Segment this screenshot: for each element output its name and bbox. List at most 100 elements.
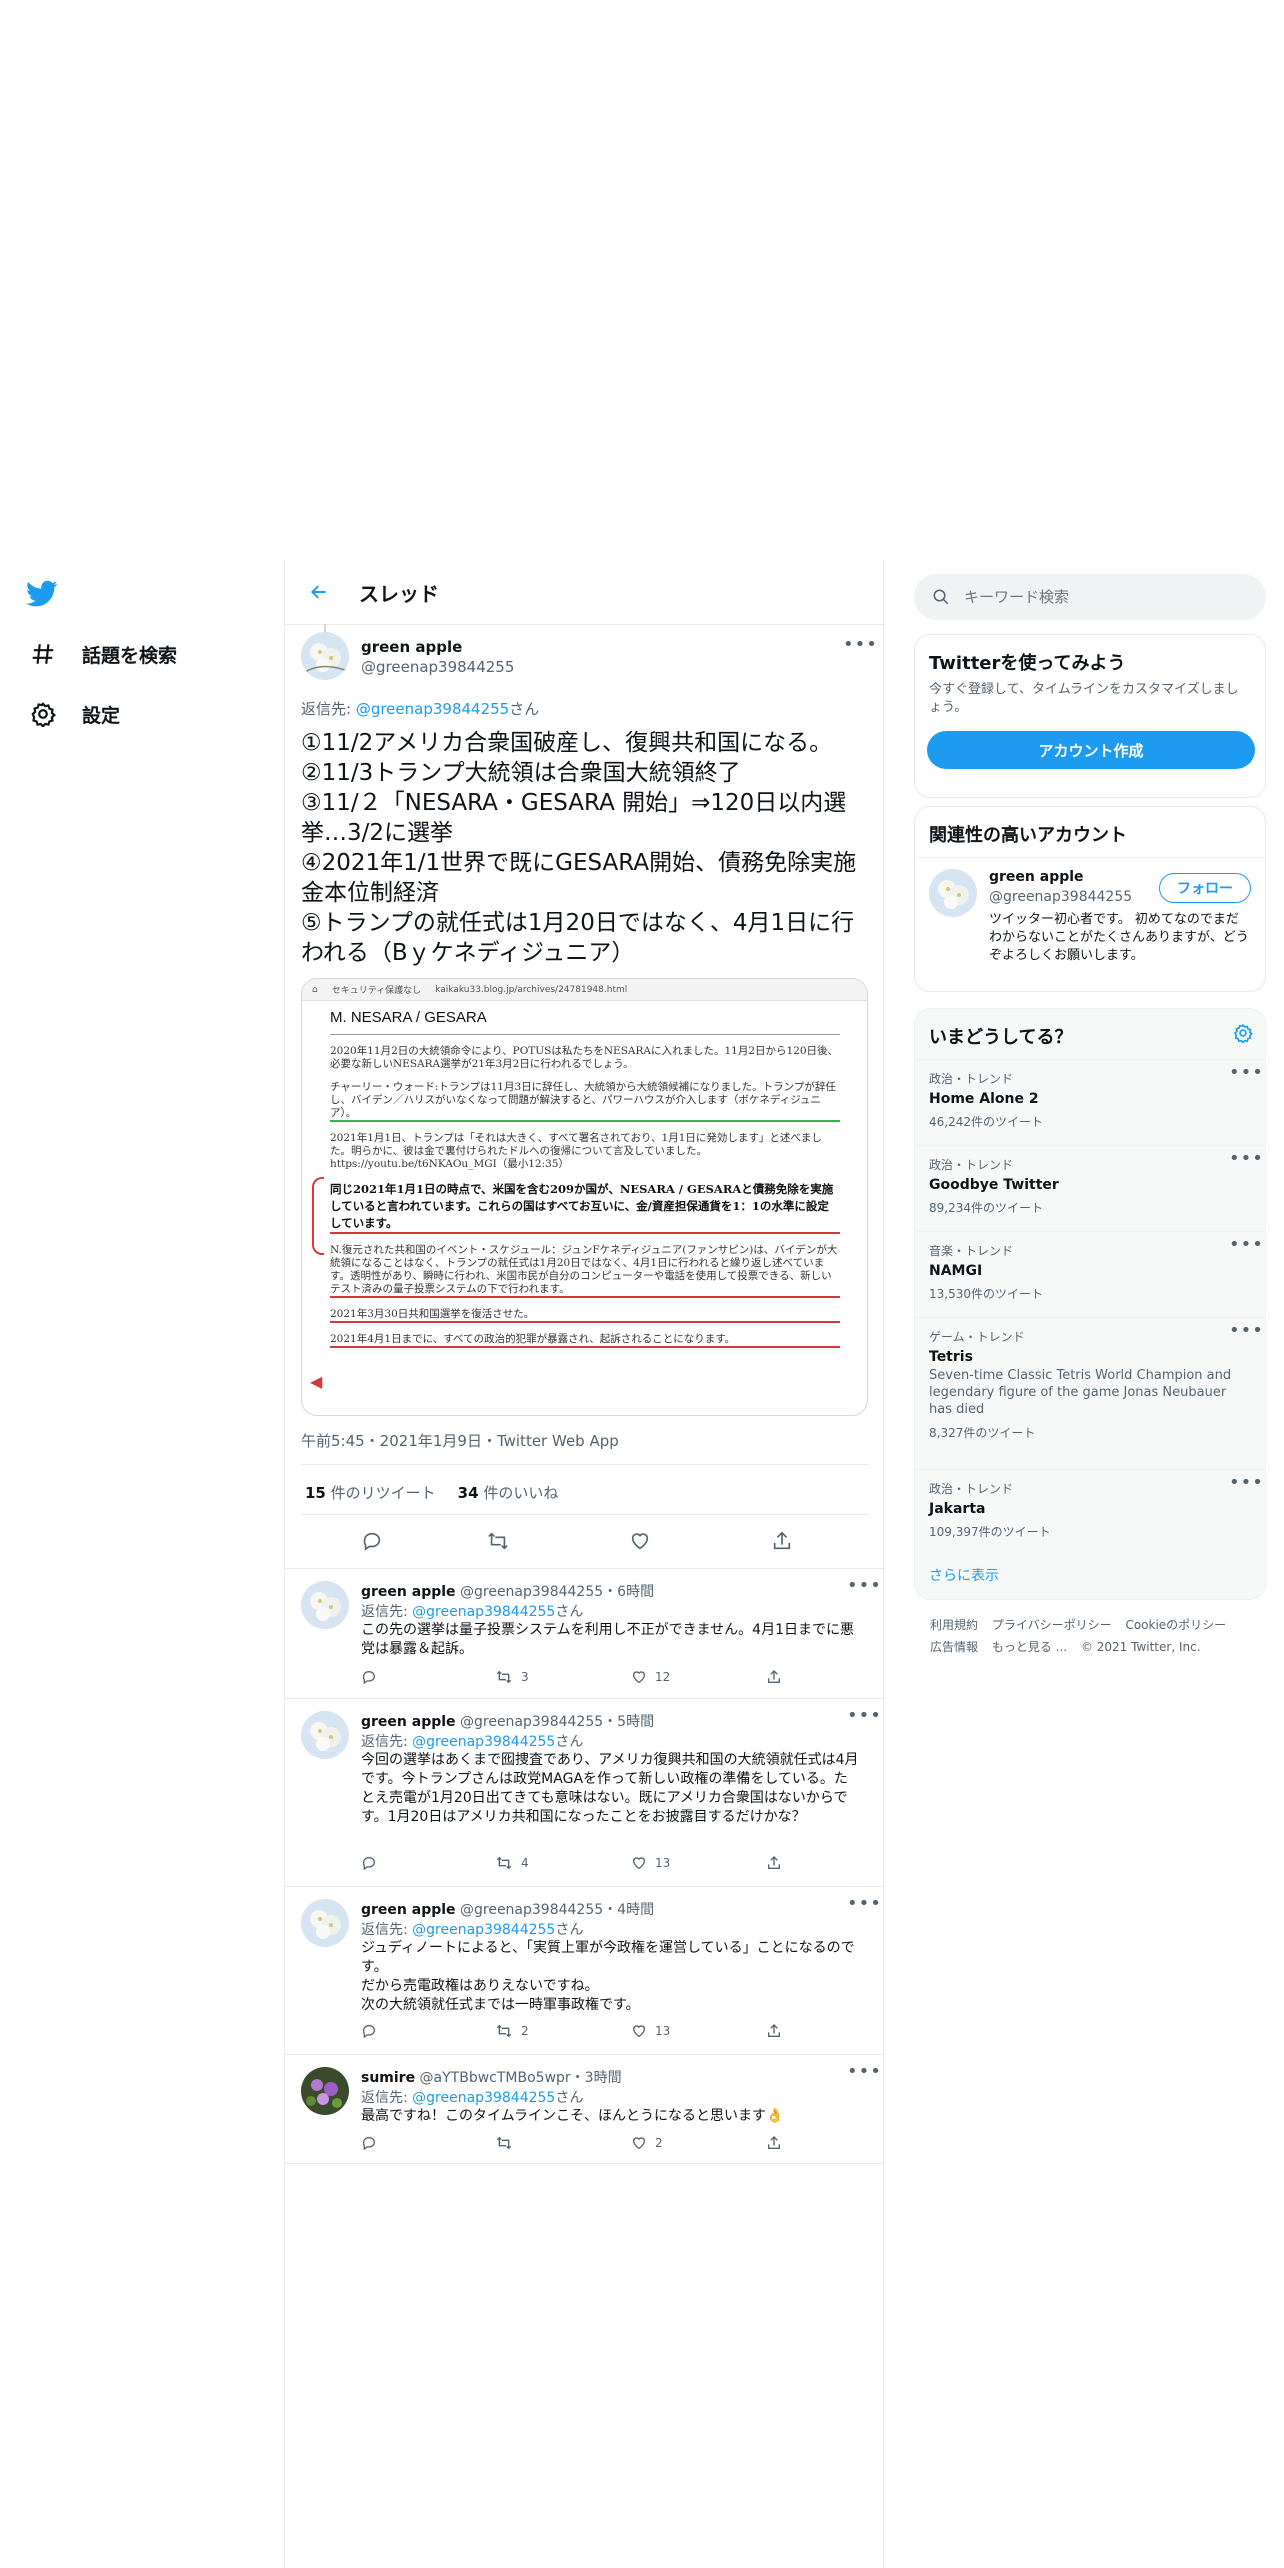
- share-icon[interactable]: [765, 1524, 799, 1558]
- reply-to-handle-link[interactable]: @greenap39844255: [412, 1604, 555, 1620]
- search-box[interactable]: [914, 574, 1266, 620]
- footer-links: 利用規約 プライバシーポリシー Cookieのポリシー 広告情報 もっと見る .…: [930, 1614, 1260, 1658]
- like-icon[interactable]: [623, 1524, 657, 1558]
- trend-category: 政治・トレンド: [929, 1072, 1014, 1086]
- reply-icon[interactable]: [361, 1669, 377, 1685]
- tweet-timestamp[interactable]: 午前5:45・2021年1月9日・Twitter Web App: [301, 1430, 619, 1451]
- privacy-link[interactable]: プライバシーポリシー: [992, 1618, 1112, 1632]
- share-icon[interactable]: [766, 1855, 782, 1871]
- trend-name: Jakarta: [929, 1501, 986, 1517]
- reply-author-name[interactable]: green apple: [361, 1902, 456, 1918]
- account-handle[interactable]: @greenap39844255: [989, 889, 1132, 905]
- like-count: 13: [655, 1856, 671, 1870]
- like-stat[interactable]: 34 件のいいね: [458, 1482, 559, 1503]
- tweet-media-image[interactable]: ⌂ セキュリティ保護なし kaikaku33.blog.jp/archives/…: [301, 978, 868, 1416]
- search-input[interactable]: [964, 588, 1224, 606]
- doc-rule: [330, 1034, 840, 1035]
- like-button[interactable]: 2: [631, 2135, 663, 2151]
- red-arrow-annotation: ◀: [310, 1372, 323, 1391]
- reply-tweet[interactable]: sumire @aYTBbwcTMBo5wpr・3時間 ••• 返信先: @gr…: [285, 2054, 885, 2164]
- more-options-icon[interactable]: •••: [1229, 1150, 1263, 1172]
- reply-author-name[interactable]: green apple: [361, 1584, 456, 1600]
- retweet-icon: [496, 2024, 512, 2038]
- retweet-button[interactable]: [495, 2135, 521, 2151]
- avatar[interactable]: [301, 1899, 349, 1947]
- terms-link[interactable]: 利用規約: [930, 1618, 978, 1632]
- nav-settings[interactable]: 設定: [26, 694, 120, 734]
- reply-time[interactable]: ・6時間: [603, 1584, 654, 1600]
- divider: [915, 857, 1265, 858]
- avatar[interactable]: [301, 1711, 349, 1759]
- nav-settings-label: 設定: [82, 704, 121, 727]
- account-name[interactable]: green apple: [989, 869, 1084, 885]
- reply-author-handle[interactable]: @greenap39844255: [460, 1714, 603, 1730]
- reply-time[interactable]: ・5時間: [603, 1714, 654, 1730]
- reply-text: この先の選挙は量子投票システムを利用し不正ができません。4月1日までに悪党は暴露…: [361, 1622, 854, 1657]
- like-button[interactable]: 13: [631, 2023, 670, 2039]
- nav-explore[interactable]: 話題を検索: [26, 634, 177, 674]
- more-options-icon[interactable]: •••: [847, 1577, 881, 1599]
- more-options-icon[interactable]: •••: [847, 1707, 881, 1729]
- reply-time[interactable]: ・3時間: [571, 2070, 622, 2086]
- reply-to-handle-link[interactable]: @greenap39844255: [412, 2090, 555, 2106]
- reply-author-name[interactable]: green apple: [361, 1714, 456, 1730]
- create-account-button[interactable]: アカウント作成: [927, 731, 1255, 769]
- avatar[interactable]: [929, 869, 977, 917]
- more-link[interactable]: もっと見る ...: [992, 1640, 1067, 1654]
- reply-time[interactable]: ・4時間: [603, 1902, 654, 1918]
- more-options-icon[interactable]: •••: [1229, 1322, 1263, 1344]
- reply-author-name[interactable]: sumire: [361, 2070, 415, 2086]
- trend-item[interactable]: 音楽・トレンド NAMGI 13,530件のツイート •••: [915, 1231, 1265, 1317]
- reply-author-handle[interactable]: @greenap39844255: [460, 1584, 603, 1600]
- share-icon[interactable]: [766, 2023, 782, 2039]
- like-button[interactable]: 12: [631, 1669, 670, 1685]
- reply-tweet[interactable]: green apple @greenap39844255・6時間 ••• 返信先…: [285, 1568, 885, 1698]
- more-options-icon[interactable]: •••: [847, 2063, 881, 2085]
- show-more-link[interactable]: さらに表示: [929, 1565, 999, 1585]
- tweet-author-handle[interactable]: @greenap39844255: [361, 658, 514, 676]
- doc-paragraph-2: チャーリー・ウォード:トランプは11月3日に辞任し、大統領から大統領候補になりま…: [330, 1081, 840, 1122]
- trend-count: 109,397件のツイート: [929, 1525, 1051, 1539]
- trend-name: NAMGI: [929, 1263, 983, 1279]
- follow-button[interactable]: フォロー: [1159, 873, 1251, 903]
- reply-icon[interactable]: [361, 2023, 377, 2039]
- retweet-button[interactable]: 2: [495, 2023, 529, 2039]
- reply-to-handle-link[interactable]: @greenap39844255: [356, 700, 509, 718]
- reply-icon[interactable]: [361, 1855, 377, 1871]
- twitter-logo-icon[interactable]: [26, 580, 66, 620]
- avatar[interactable]: [301, 632, 349, 680]
- trend-item[interactable]: ゲーム・トレンド Tetris Seven-time Classic Tetri…: [915, 1317, 1265, 1469]
- retweet-stat[interactable]: 15 件のリツイート: [305, 1482, 436, 1503]
- trend-item[interactable]: 政治・トレンド Goodbye Twitter 89,234件のツイート •••: [915, 1145, 1265, 1231]
- reply-to-handle-link[interactable]: @greenap39844255: [412, 1734, 555, 1750]
- more-options-icon[interactable]: •••: [1229, 1474, 1263, 1496]
- retweet-button[interactable]: 3: [495, 1669, 529, 1685]
- share-icon[interactable]: [766, 1669, 782, 1685]
- retweet-button[interactable]: 4: [495, 1855, 529, 1871]
- avatar[interactable]: [301, 1581, 349, 1629]
- avatar[interactable]: [301, 2067, 349, 2115]
- trend-item[interactable]: 政治・トレンド Jakarta 109,397件のツイート •••: [915, 1469, 1265, 1555]
- more-options-icon[interactable]: •••: [847, 1895, 881, 1917]
- back-arrow-icon[interactable]: [299, 572, 339, 612]
- reply-icon[interactable]: [361, 2135, 377, 2151]
- reply-tweet[interactable]: green apple @greenap39844255・5時間 ••• 返信先…: [285, 1698, 885, 1886]
- more-options-icon[interactable]: •••: [843, 636, 877, 658]
- signup-description: 今すぐ登録して、タイムラインをカスタマイズしましょう。: [929, 682, 1239, 715]
- reply-to-handle-link[interactable]: @greenap39844255: [412, 1922, 555, 1938]
- cookie-link[interactable]: Cookieのポリシー: [1125, 1618, 1226, 1632]
- reply-author-handle[interactable]: @aYTBbwcTMBo5wpr: [420, 2070, 571, 2086]
- tweet-author-name[interactable]: green apple: [361, 638, 462, 656]
- reply-tweet[interactable]: green apple @greenap39844255・4時間 ••• 返信先…: [285, 1886, 885, 2054]
- retweet-icon[interactable]: [481, 1524, 515, 1558]
- share-icon[interactable]: [766, 2135, 782, 2151]
- more-options-icon[interactable]: •••: [1229, 1236, 1263, 1258]
- like-button[interactable]: 13: [631, 1855, 670, 1871]
- gear-icon[interactable]: [1233, 1023, 1253, 1043]
- browser-security-label: セキュリティ保護なし: [331, 986, 422, 996]
- more-options-icon[interactable]: •••: [1229, 1064, 1263, 1086]
- reply-author-handle[interactable]: @greenap39844255: [460, 1902, 603, 1918]
- reply-icon[interactable]: [355, 1524, 389, 1558]
- trend-item[interactable]: 政治・トレンド Home Alone 2 46,242件のツイート •••: [915, 1059, 1265, 1145]
- ads-info-link[interactable]: 広告情報: [930, 1640, 978, 1654]
